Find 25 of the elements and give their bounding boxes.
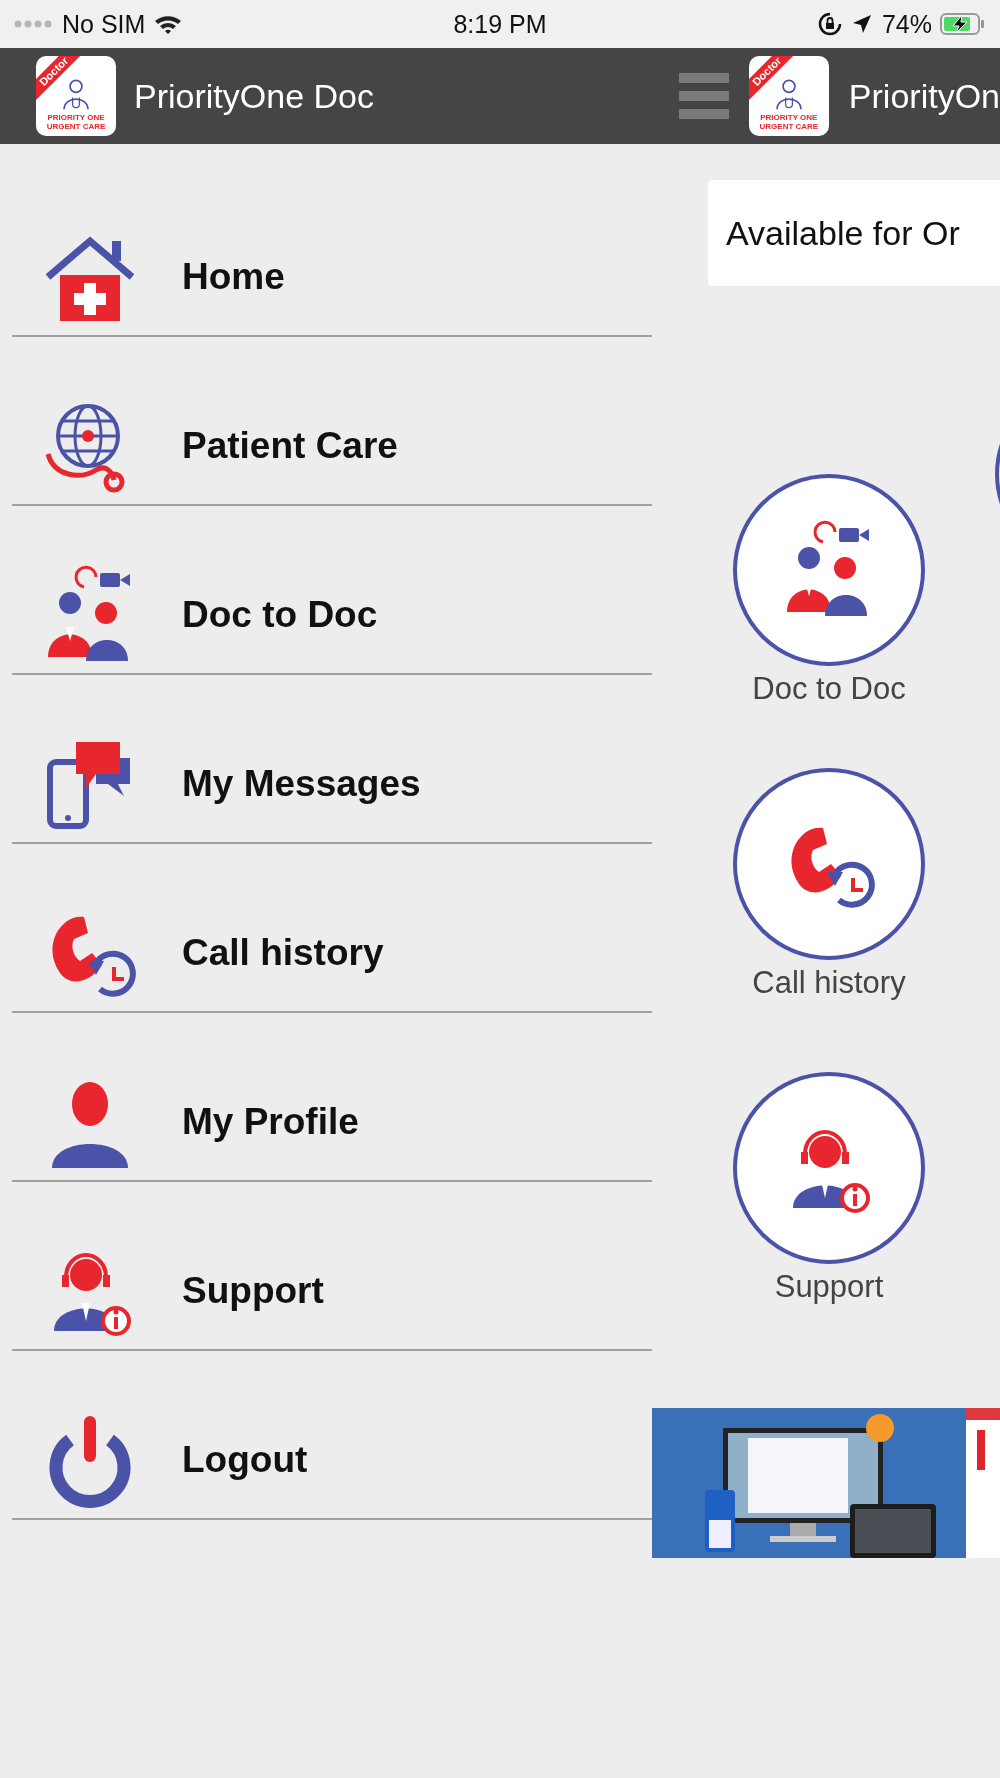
menu-item[interactable]: Logout [12, 1351, 652, 1520]
menu-item[interactable]: Patient Care [12, 337, 652, 506]
app-title: PriorityOne Doc [134, 76, 374, 116]
shortcut-label: Call history [752, 964, 906, 1002]
clock-time: 8:19 PM [453, 9, 547, 39]
wifi-icon [153, 13, 184, 35]
battery-icon [940, 12, 986, 36]
logo-text: URGENT CARE [46, 122, 106, 131]
logo-text: URGENT CARE [759, 122, 819, 131]
menu-item[interactable]: Support [12, 1182, 652, 1351]
menu-item[interactable]: My Messages [12, 675, 652, 844]
logo-text: PRIORITY ONE [47, 113, 105, 122]
carrier-label: No SIM [62, 9, 146, 39]
menu-item[interactable]: Call history [12, 844, 652, 1013]
shortcut-label: Doc to Doc [752, 670, 906, 708]
logo-text: PRIORITY ONE [760, 113, 818, 122]
rotation-lock-icon [817, 12, 842, 36]
availability-text: Available for Or [726, 213, 960, 253]
menu-item[interactable]: My Profile [12, 1013, 652, 1182]
signal-icon [14, 20, 54, 28]
menu-item[interactable]: Doc to Doc [12, 506, 652, 675]
shortcut-label: Support [774, 1268, 884, 1306]
app-title: PriorityOn [848, 76, 1000, 116]
battery-percent: 74% [881, 9, 932, 39]
menu-item[interactable]: Home [12, 168, 652, 337]
